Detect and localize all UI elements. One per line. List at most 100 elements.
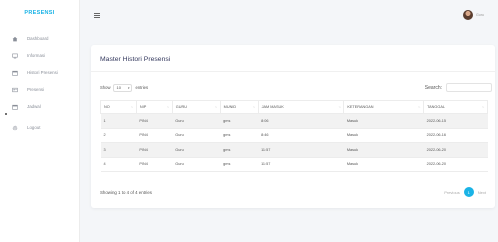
sort-icon: ↑↓	[214, 105, 218, 109]
column-header-tanggal[interactable]: TANGGAL ↑↓	[423, 100, 488, 114]
calendar-icon	[12, 104, 18, 110]
table-cell: Masuk	[343, 142, 424, 158]
column-header-nip[interactable]: NIP ↑↓	[135, 100, 173, 114]
sort-icon: ↑↓	[166, 105, 170, 109]
header-label: NO	[104, 105, 110, 109]
menu-toggle-icon[interactable]	[94, 12, 100, 18]
page-title: Master Histori Presensi	[100, 56, 171, 63]
avatar	[463, 10, 473, 20]
sidebar-item-label: Presensi	[27, 87, 45, 92]
search-label: Search:	[424, 84, 442, 91]
cursor-dot	[5, 113, 7, 115]
header-label: MUNID	[223, 105, 237, 109]
table-cell: 4	[100, 157, 137, 172]
header-label: TANGGAL	[427, 105, 445, 109]
home-icon	[12, 36, 18, 42]
sidebar-item-dashboard[interactable]: Dashboard	[0, 30, 79, 47]
divider	[91, 71, 495, 72]
brand-logo[interactable]: PRESENSI	[0, 0, 79, 26]
table-cell: Masuk	[343, 113, 424, 129]
sidebar-item-label: Histori Presensi	[27, 70, 58, 75]
header-label: KETERANGAN	[347, 105, 374, 109]
histori-card: Master Histori Presensi Show 10 ▾ entrie…	[91, 45, 495, 208]
header-label: GURU	[175, 105, 187, 109]
table-cell: 8:46	[258, 128, 344, 143]
table-cell: gms	[220, 157, 259, 172]
sort-icon: ↑↓	[338, 105, 341, 109]
table-cell: 8:06	[258, 113, 344, 129]
monitor-icon	[12, 53, 18, 59]
table-cell: 2	[100, 128, 137, 143]
header-label: JAM MASUK	[261, 105, 284, 109]
table-cell: PIN4	[136, 157, 173, 172]
sidebar-menu: Dashboard Informasi Histori Presensi Pre…	[0, 30, 79, 136]
table-cell: Guru	[172, 157, 221, 172]
table-info: Showing 1 to 4 of 4 entries	[100, 190, 152, 195]
table-cell: 3	[100, 142, 137, 158]
calendar-icon	[12, 70, 18, 76]
table-cell: 11:57	[258, 157, 344, 172]
table-cell: 11:57	[258, 142, 344, 158]
previous-button[interactable]: Previous	[444, 190, 460, 195]
sort-icon: ↑↓	[252, 105, 256, 109]
table-cell: Guru	[172, 128, 221, 143]
entries-select[interactable]: 10 ▾	[113, 83, 133, 92]
entries-value: 10	[116, 85, 121, 90]
entries-label: entries	[135, 85, 149, 90]
page-button-1[interactable]: 1	[463, 187, 474, 197]
chevron-down-icon: ▾	[127, 85, 130, 90]
sort-icon: ↑↓	[482, 105, 485, 109]
column-header-keterangan[interactable]: KETERANGAN ↑↓	[343, 100, 425, 114]
table-row: 2 PIN4 Guru gms 8:46 Masuk 2022-06-16	[100, 128, 488, 143]
next-button[interactable]: Next	[478, 190, 486, 195]
sidebar-item-informasi[interactable]: Informasi	[0, 47, 79, 64]
search-input[interactable]	[446, 83, 492, 92]
table-row: 3 PIN4 Guru gms 11:57 Masuk 2022-06-20	[100, 142, 488, 158]
table-cell: 2022-06-15	[423, 113, 488, 129]
table-controls: Show 10 ▾ entries Search:	[100, 83, 492, 92]
table-cell: 1	[100, 113, 137, 129]
show-label: Show	[100, 85, 111, 90]
column-header-guru[interactable]: GURU ↑↓	[171, 100, 221, 114]
sidebar-item-histori-presensi[interactable]: Histori Presensi	[0, 64, 79, 81]
sidebar-item-label: Dashboard	[27, 36, 49, 41]
table-cell: 2022-06-20	[423, 157, 488, 172]
table-row: 1 PIN4 Guru gms 8:06 Masuk 2022-06-15	[100, 113, 488, 129]
table-cell: gms	[220, 113, 259, 129]
username: Guru	[476, 13, 484, 17]
sidebar-item-jadwal[interactable]: Jadwal	[0, 98, 79, 115]
table-cell: Guru	[172, 113, 221, 129]
gear-icon	[12, 125, 18, 131]
sidebar-item-label: Jadwal	[27, 104, 41, 109]
sidebar-item-presensi[interactable]: Presensi	[0, 81, 79, 98]
table-cell: Masuk	[343, 157, 424, 172]
table-cell: PIN4	[136, 128, 173, 143]
column-header-jam-masuk[interactable]: JAM MASUK ↑↓	[257, 100, 345, 114]
table-cell: 2022-06-16	[423, 128, 488, 143]
topbar: Guru	[80, 0, 498, 30]
table-row: 4 PIN4 Guru gms 11:57 Masuk 2022-06-20	[100, 157, 488, 172]
table-cell: gms	[220, 142, 259, 158]
sidebar-item-logout[interactable]: Logout	[0, 119, 79, 136]
table-cell: PIN4	[136, 142, 173, 158]
table-header-row: NO ↑↓ NIP ↑↓ GURU ↑↓ MUNID ↑↓ JAM MASUK ↑↓ KE…	[100, 100, 488, 114]
entries-length: Show 10 ▾ entries	[100, 83, 149, 92]
table-cell: Masuk	[343, 128, 424, 143]
sidebar-item-label: Logout	[27, 125, 41, 130]
user-menu[interactable]: Guru	[463, 10, 484, 20]
table-cell: Guru	[172, 142, 221, 158]
table-cell: 2022-06-20	[423, 142, 488, 158]
table-cell: PIN4	[136, 113, 173, 129]
sidebar-item-label: Informasi	[27, 53, 46, 58]
column-header-no[interactable]: NO ↑↓	[100, 100, 137, 114]
sort-icon: ↑↓	[418, 105, 421, 109]
sort-icon: ↑↓	[130, 105, 134, 109]
pagination: Previous 1 Next	[444, 187, 486, 197]
column-header-munid[interactable]: MUNID ↑↓	[219, 100, 259, 114]
header-label: NIP	[139, 105, 147, 109]
histori-table: NO ↑↓ NIP ↑↓ GURU ↑↓ MUNID ↑↓ JAM MASUK ↑↓ KE…	[100, 100, 488, 172]
table-cell: gms	[220, 128, 259, 143]
sidebar: PRESENSI Dashboard Informasi Histori Pre…	[0, 0, 80, 242]
id-card-icon	[12, 87, 18, 93]
search-box: Search:	[425, 83, 492, 92]
